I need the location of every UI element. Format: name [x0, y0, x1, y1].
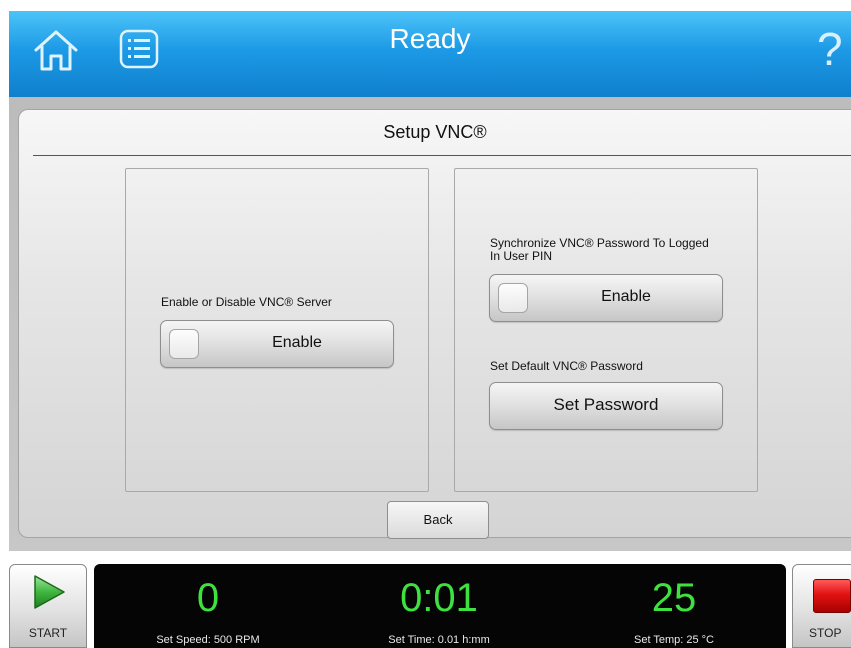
toggle-label: Enable [601, 288, 651, 305]
set-password-label: Set Password [553, 395, 659, 414]
stop-button[interactable]: STOP [792, 564, 851, 648]
sync-password-label: Synchronize VNC® Password To Logged In U… [490, 236, 709, 263]
toggle-label: Enable [272, 334, 322, 351]
header-bar: Ready ? [9, 11, 851, 97]
stop-icon [813, 579, 851, 613]
speed-value: 0 [196, 576, 220, 620]
sync-password-enable-toggle[interactable]: Enable [489, 274, 723, 322]
play-icon [34, 575, 65, 609]
status-title: Ready [389, 23, 471, 54]
main-panel: Setup VNC® Enable or Disable VNC® Server… [9, 97, 851, 551]
vnc-password-group: Synchronize VNC® Password To Logged In U… [454, 168, 758, 492]
start-label: START [28, 626, 68, 640]
toggle-knob [498, 283, 528, 313]
default-password-label: Set Default VNC® Password [490, 359, 643, 373]
speed-setting: Set Speed: 500 RPM [156, 634, 260, 646]
time-readout: 0:01 Set Time: 0.01 h:mm [339, 564, 539, 648]
stop-label: STOP [809, 626, 842, 640]
content-card: Setup VNC® Enable or Disable VNC® Server… [18, 109, 851, 538]
temp-value: 25 [651, 576, 697, 620]
speed-readout: 0 Set Speed: 500 RPM [108, 564, 308, 648]
title-divider [33, 155, 851, 156]
set-password-button[interactable]: Set Password [489, 382, 723, 430]
vnc-server-enable-toggle[interactable]: Enable [160, 320, 394, 368]
help-icon[interactable]: ? [817, 19, 851, 79]
back-button[interactable]: Back [387, 501, 489, 539]
time-setting: Set Time: 0.01 h:mm [388, 634, 490, 646]
toggle-knob [169, 329, 199, 359]
page-title: Setup VNC® [383, 122, 487, 142]
run-status-bar: 0 Set Speed: 500 RPM 0:01 Set Time: 0.01… [94, 564, 786, 648]
temp-setting: Set Temp: 25 °C [633, 634, 714, 646]
temp-readout: 25 Set Temp: 25 °C [574, 564, 774, 648]
time-value: 0:01 [400, 576, 478, 620]
start-button[interactable]: START [9, 564, 87, 648]
vnc-server-group: Enable or Disable VNC® Server Enable [125, 168, 429, 492]
vnc-server-label: Enable or Disable VNC® Server [161, 295, 332, 309]
